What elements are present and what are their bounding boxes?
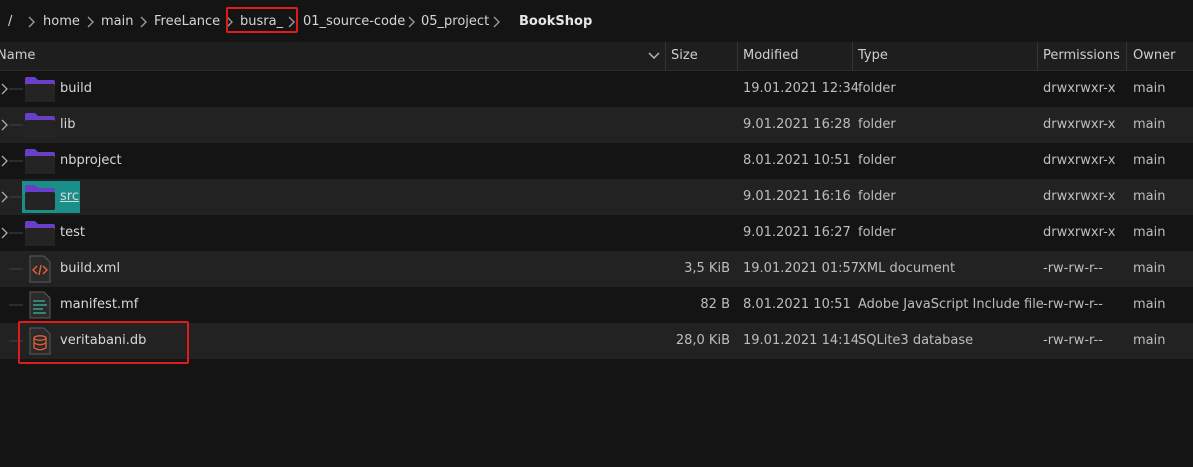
xml-file-icon	[29, 255, 51, 283]
file-name[interactable]: build	[60, 71, 92, 107]
chevron-down-icon[interactable]	[647, 50, 661, 62]
file-owner: main	[1133, 189, 1166, 204]
column-divider[interactable]	[737, 42, 738, 70]
chevron-right-icon	[408, 16, 415, 28]
expand-arrow-icon[interactable]	[0, 71, 24, 107]
file-type: Adobe JavaScript Include file	[858, 297, 1044, 312]
column-header: Name Size Modified Type Permissions Owne…	[0, 42, 1193, 71]
tree-line	[9, 268, 23, 270]
file-type: folder	[858, 153, 896, 168]
file-row[interactable]: build.xml 3,5 KiB 19.01.2021 01:57 XML d…	[0, 251, 1193, 287]
file-size	[668, 71, 730, 107]
expand-arrow-icon[interactable]	[0, 215, 24, 251]
file-size: 28,0 KiB	[675, 333, 730, 348]
text-file-icon	[29, 291, 51, 319]
file-size	[668, 215, 730, 251]
file-name[interactable]: lib	[60, 107, 75, 143]
breadcrumb-05-project[interactable]: 05_project	[421, 13, 489, 31]
file-modified: 9.01.2021 16:27	[743, 225, 851, 240]
chevron-right-icon	[493, 16, 500, 28]
expand-arrow-icon[interactable]	[0, 107, 24, 143]
chevron-right-icon	[140, 16, 147, 28]
folder-icon	[25, 149, 55, 174]
file-modified: 8.01.2021 10:51	[743, 153, 851, 168]
file-row-selected[interactable]: src 9.01.2021 16:16 folder drwxrwxr-x ma…	[0, 179, 1193, 215]
file-modified: 9.01.2021 16:16	[743, 189, 851, 204]
file-permissions: drwxrwxr-x	[1043, 81, 1116, 96]
file-size	[668, 143, 730, 179]
highlight-box	[18, 321, 189, 364]
file-owner: main	[1133, 117, 1166, 132]
breadcrumb-01-source-code[interactable]: 01_source-code	[303, 13, 405, 31]
column-divider[interactable]	[1126, 42, 1127, 70]
file-owner: main	[1133, 261, 1166, 276]
file-owner: main	[1133, 153, 1166, 168]
folder-icon	[25, 77, 55, 102]
file-name[interactable]: src	[60, 179, 79, 215]
highlight-box	[226, 7, 298, 33]
folder-icon	[25, 185, 55, 210]
chevron-right-icon	[87, 16, 94, 28]
expand-arrow-icon[interactable]	[0, 143, 24, 179]
file-modified: 8.01.2021 10:51	[743, 297, 851, 312]
file-name[interactable]: build.xml	[60, 251, 120, 287]
tree-line	[9, 304, 23, 306]
file-type: folder	[858, 81, 896, 96]
expand-arrow-icon[interactable]	[0, 179, 24, 215]
column-size[interactable]: Size	[671, 42, 698, 70]
file-name[interactable]: nbproject	[60, 143, 122, 179]
breadcrumb: / home main FreeLance busra_ 01_source-c…	[0, 0, 1193, 42]
file-permissions: -rw-rw-r--	[1043, 261, 1103, 276]
folder-icon	[25, 221, 55, 246]
file-type: folder	[858, 225, 896, 240]
file-row[interactable]: nbproject 8.01.2021 10:51 folder drwxrwx…	[0, 143, 1193, 179]
file-permissions: drwxrwxr-x	[1043, 153, 1116, 168]
file-row[interactable]: lib 9.01.2021 16:28 folder drwxrwxr-x ma…	[0, 107, 1193, 143]
chevron-right-icon	[28, 16, 35, 28]
file-row[interactable]: build 19.01.2021 12:34 folder drwxrwxr-x…	[0, 71, 1193, 107]
column-divider[interactable]	[665, 42, 666, 70]
file-type: SQLite3 database	[858, 333, 974, 348]
file-type: XML document	[858, 261, 956, 276]
folder-icon	[25, 113, 55, 138]
file-type: folder	[858, 117, 896, 132]
file-permissions: drwxrwxr-x	[1043, 189, 1116, 204]
file-modified: 9.01.2021 16:28	[743, 117, 851, 132]
file-row[interactable]: manifest.mf 82 B 8.01.2021 10:51 Adobe J…	[0, 287, 1193, 323]
file-name[interactable]: manifest.mf	[60, 287, 138, 323]
file-size: 3,5 KiB	[684, 261, 730, 276]
file-permissions: drwxrwxr-x	[1043, 225, 1116, 240]
column-permissions[interactable]: Permissions	[1043, 42, 1120, 70]
breadcrumb-current[interactable]: BookShop	[519, 13, 592, 31]
column-modified[interactable]: Modified	[743, 42, 798, 70]
column-divider[interactable]	[852, 42, 853, 70]
file-size: 82 B	[700, 297, 730, 312]
file-type: folder	[858, 189, 896, 204]
column-owner[interactable]: Owner	[1133, 42, 1175, 70]
breadcrumb-main[interactable]: main	[101, 13, 133, 31]
file-permissions: -rw-rw-r--	[1043, 297, 1103, 312]
file-owner: main	[1133, 81, 1166, 96]
file-size	[668, 179, 730, 215]
file-owner: main	[1133, 297, 1166, 312]
file-name[interactable]: test	[60, 215, 85, 251]
breadcrumb-home[interactable]: home	[43, 13, 80, 31]
file-permissions: -rw-rw-r--	[1043, 333, 1103, 348]
column-type[interactable]: Type	[858, 42, 888, 70]
file-owner: main	[1133, 225, 1166, 240]
breadcrumb-freelance[interactable]: FreeLance	[154, 13, 220, 31]
file-permissions: drwxrwxr-x	[1043, 117, 1116, 132]
file-row[interactable]: test 9.01.2021 16:27 folder drwxrwxr-x m…	[0, 215, 1193, 251]
breadcrumb-root[interactable]: /	[8, 13, 12, 31]
file-owner: main	[1133, 333, 1166, 348]
file-size	[668, 107, 730, 143]
file-modified: 19.01.2021 01:57	[743, 261, 860, 276]
column-name[interactable]: Name	[0, 42, 35, 70]
file-modified: 19.01.2021 14:14	[743, 333, 860, 348]
file-modified: 19.01.2021 12:34	[743, 81, 860, 96]
column-divider[interactable]	[1037, 42, 1038, 70]
